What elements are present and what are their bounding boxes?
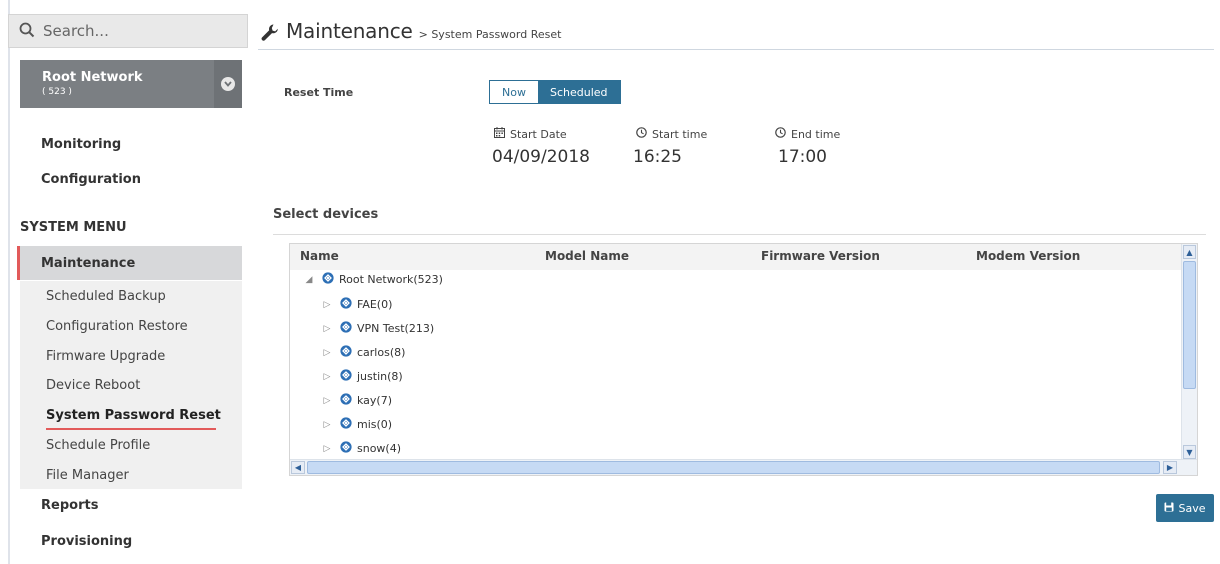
expanded-arrow-icon[interactable]: ◢ xyxy=(304,275,314,285)
menu-maintenance[interactable]: Maintenance xyxy=(17,246,242,280)
tree-node-child[interactable]: ▷ FAE(0) xyxy=(322,297,392,312)
network-node-icon xyxy=(340,417,352,432)
horizontal-scroll-thumb[interactable] xyxy=(307,461,1160,474)
scroll-right-arrow-icon[interactable]: ▶ xyxy=(1163,461,1177,474)
start-date-label: Start Date xyxy=(510,127,567,141)
floppy-disk-icon xyxy=(1164,502,1178,515)
network-node-icon xyxy=(322,272,334,287)
submenu-file-manager[interactable]: File Manager xyxy=(46,468,129,483)
submenu-scheduled-backup[interactable]: Scheduled Backup xyxy=(46,289,166,304)
active-item-underline xyxy=(46,428,216,430)
scroll-left-arrow-icon[interactable]: ◀ xyxy=(291,461,305,474)
collapsed-arrow-icon[interactable]: ▷ xyxy=(322,396,332,406)
network-node-icon xyxy=(340,321,352,336)
tree-node-child[interactable]: ▷ kay(7) xyxy=(322,393,392,408)
network-dropdown-toggle[interactable] xyxy=(214,60,242,108)
tree-node-label: kay(7) xyxy=(357,394,393,407)
horizontal-scrollbar[interactable]: ◀ ▶ xyxy=(290,459,1197,475)
tree-node-child[interactable]: ▷ carlos(8) xyxy=(322,345,405,360)
page-header: Maintenance > System Password Reset xyxy=(258,19,1214,50)
tree-node-label: FAE(0) xyxy=(357,298,393,311)
maintenance-submenu: Scheduled Backup Configuration Restore F… xyxy=(20,281,242,489)
menu-configuration[interactable]: Configuration xyxy=(41,172,141,187)
save-label: Save xyxy=(1178,501,1206,515)
start-time-label: Start time xyxy=(652,127,708,141)
tree-node-child[interactable]: ▷ justin(8) xyxy=(322,369,403,384)
grid-header: Name Model Name Firmware Version Modem V… xyxy=(290,244,1182,270)
collapsed-arrow-icon[interactable]: ▷ xyxy=(322,372,332,382)
page-title: Maintenance xyxy=(286,19,413,43)
menu-reports[interactable]: Reports xyxy=(41,498,98,513)
reset-time-toggle[interactable]: Now Scheduled xyxy=(489,80,621,104)
vertical-scroll-thumb[interactable] xyxy=(1183,261,1196,389)
column-name[interactable]: Name xyxy=(300,249,339,263)
start-date-field[interactable]: Start Date 04/09/2018 xyxy=(492,127,590,167)
submenu-device-reboot[interactable]: Device Reboot xyxy=(46,378,140,393)
tree-node-label: VPN Test(213) xyxy=(357,322,435,335)
save-button[interactable]: Save xyxy=(1156,494,1214,522)
end-time-label: End time xyxy=(791,127,841,141)
network-node-icon xyxy=(340,369,352,384)
collapsed-arrow-icon[interactable]: ▷ xyxy=(322,324,332,334)
network-node-icon xyxy=(340,441,352,456)
network-node-icon xyxy=(340,393,352,408)
collapsed-arrow-icon[interactable]: ▷ xyxy=(322,420,332,430)
select-devices-heading: Select devices xyxy=(273,207,379,222)
end-time-value: 17:00 xyxy=(778,147,827,167)
network-node-icon xyxy=(340,345,352,360)
tree-node-label: Root Network(523) xyxy=(339,273,443,286)
start-date-value: 04/09/2018 xyxy=(492,147,590,167)
menu-monitoring[interactable]: Monitoring xyxy=(41,137,121,152)
network-node-icon xyxy=(340,297,352,312)
device-tree-grid: Name Model Name Firmware Version Modem V… xyxy=(289,243,1198,476)
sidebar: Search... Root Network ( 523 ) Monitorin… xyxy=(0,0,248,564)
scroll-down-arrow-icon[interactable]: ▼ xyxy=(1183,445,1196,459)
submenu-system-password-reset[interactable]: System Password Reset xyxy=(46,408,221,423)
search-icon xyxy=(19,22,37,40)
chevron-down-icon xyxy=(221,77,235,91)
vertical-scrollbar[interactable]: ▲ ▼ xyxy=(1181,244,1197,460)
tree-node-label: mis(0) xyxy=(357,418,393,431)
submenu-configuration-restore[interactable]: Configuration Restore xyxy=(46,319,188,334)
collapsed-arrow-icon[interactable]: ▷ xyxy=(322,348,332,358)
clock-icon xyxy=(636,127,652,141)
reset-time-label: Reset Time xyxy=(284,86,354,99)
network-title: Root Network xyxy=(42,70,143,85)
end-time-field[interactable]: End time 17:00 xyxy=(775,127,840,167)
collapsed-arrow-icon[interactable]: ▷ xyxy=(322,444,332,454)
clock-icon xyxy=(775,127,791,141)
start-time-value: 16:25 xyxy=(633,147,682,167)
tree-node-label: justin(8) xyxy=(357,370,403,383)
calendar-icon xyxy=(494,127,510,141)
network-count: ( 523 ) xyxy=(42,87,72,97)
search-placeholder: Search... xyxy=(43,22,109,40)
sidebar-edge xyxy=(8,0,10,564)
start-time-field[interactable]: Start time 16:25 xyxy=(633,127,708,167)
breadcrumb: > System Password Reset xyxy=(418,28,562,41)
scroll-up-arrow-icon[interactable]: ▲ xyxy=(1183,245,1196,259)
column-model-name[interactable]: Model Name xyxy=(545,249,629,263)
tree-node-child[interactable]: ▷ mis(0) xyxy=(322,417,392,432)
collapsed-arrow-icon[interactable]: ▷ xyxy=(322,300,332,310)
submenu-firmware-upgrade[interactable]: Firmware Upgrade xyxy=(46,349,165,364)
menu-provisioning[interactable]: Provisioning xyxy=(41,534,132,549)
tree-node-root[interactable]: ◢ Root Network(523) xyxy=(304,272,443,287)
column-firmware-version[interactable]: Firmware Version xyxy=(761,249,880,263)
tree-node-child[interactable]: ▷ VPN Test(213) xyxy=(322,321,434,336)
tree-node-label: carlos(8) xyxy=(357,346,406,359)
section-divider xyxy=(273,234,1206,235)
tree-node-child[interactable]: ▷ snow(4) xyxy=(322,441,401,456)
network-selector[interactable]: Root Network ( 523 ) xyxy=(20,60,242,108)
system-menu-heading: SYSTEM MENU xyxy=(20,220,127,235)
column-modem-version[interactable]: Modem Version xyxy=(976,249,1080,263)
wrench-icon xyxy=(260,23,280,43)
tree-node-label: snow(4) xyxy=(357,442,402,455)
now-option[interactable]: Now xyxy=(490,81,538,103)
submenu-schedule-profile[interactable]: Schedule Profile xyxy=(46,438,150,453)
scheduled-option[interactable]: Scheduled xyxy=(537,81,620,103)
search-input[interactable]: Search... xyxy=(8,14,248,48)
